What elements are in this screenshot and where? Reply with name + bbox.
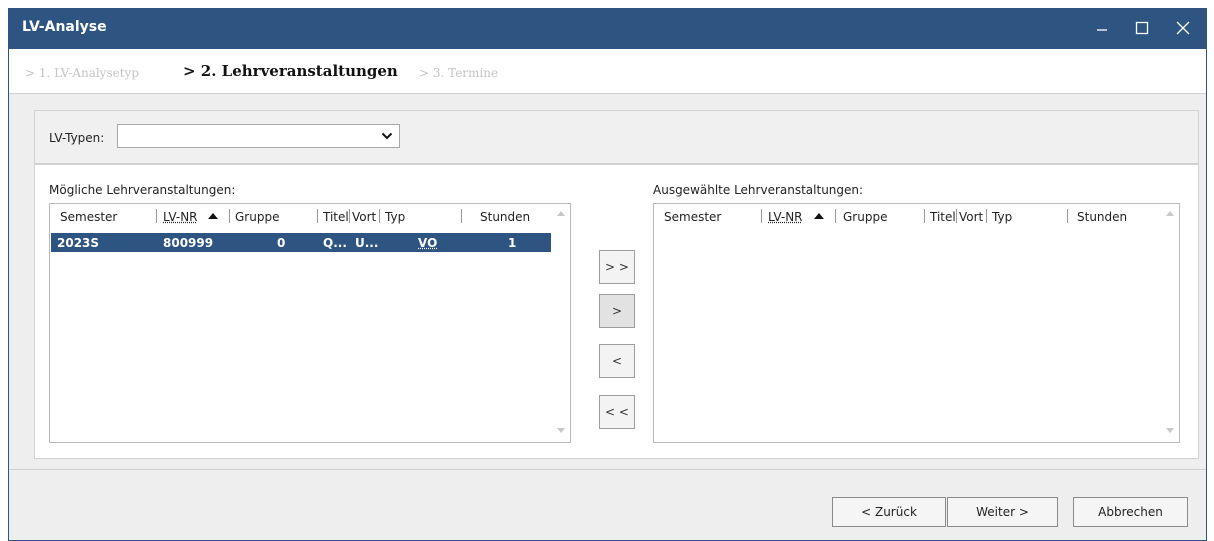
maximize-icon[interactable] (1123, 13, 1161, 43)
selected-scrollbar[interactable] (1163, 206, 1177, 440)
col-titel[interactable]: Titel (323, 210, 349, 224)
col-titel[interactable]: Titel (930, 210, 956, 224)
cell-typ: VO (418, 236, 438, 250)
table-row[interactable]: 2023S 800999 0 Q... U... VO 1 (51, 233, 551, 252)
column-divider[interactable] (229, 209, 230, 223)
lv-typen-select[interactable] (117, 124, 400, 148)
window-title: LV-Analyse (22, 19, 107, 35)
filter-bar: LV-Typen: (35, 111, 1198, 165)
available-header: Semester LV-NR Gruppe Titel Vort Typ Stu… (50, 204, 570, 229)
close-icon[interactable] (1164, 13, 1202, 43)
add-all-button[interactable]: > > (599, 250, 635, 284)
column-divider[interactable] (761, 209, 762, 223)
col-vort[interactable]: Vort (959, 210, 983, 224)
column-divider[interactable] (317, 209, 318, 223)
cancel-button[interactable]: Abbrechen (1073, 497, 1188, 527)
column-divider[interactable] (924, 209, 925, 223)
col-stunden[interactable]: Stunden (480, 210, 530, 224)
column-divider[interactable] (461, 209, 462, 223)
sort-ascending-icon (208, 209, 218, 223)
next-button[interactable]: Weiter > (947, 497, 1058, 527)
minimize-icon[interactable] (1083, 13, 1121, 43)
col-stunden[interactable]: Stunden (1077, 210, 1127, 224)
cell-gruppe: 0 (277, 236, 286, 250)
add-button[interactable]: > (599, 294, 635, 328)
cell-stunden: 1 (508, 236, 517, 250)
cell-semester: 2023S (57, 236, 100, 250)
back-button[interactable]: < Zurück (832, 497, 946, 527)
column-divider[interactable] (349, 209, 350, 223)
column-divider[interactable] (956, 209, 957, 223)
selected-list[interactable]: Semester LV-NR Gruppe Titel Vort Typ Stu… (653, 203, 1180, 443)
col-gruppe[interactable]: Gruppe (235, 210, 279, 224)
remove-all-button[interactable]: < < (599, 395, 635, 429)
cell-vort: U... (355, 236, 379, 250)
col-lvnr[interactable]: LV-NR (768, 210, 803, 224)
step-termine[interactable]: > 3. Termine (419, 66, 498, 80)
cell-lvnr: 800999 (163, 236, 214, 250)
step-lehrveranstaltungen: > 2. Lehrveranstaltungen (183, 62, 398, 80)
remove-button[interactable]: < (599, 344, 635, 378)
col-lvnr[interactable]: LV-NR (163, 210, 198, 224)
col-typ[interactable]: Typ (992, 210, 1012, 224)
sort-ascending-icon (814, 209, 824, 223)
wizard-steps: > 1. LV-Analysetyp > 2. Lehrveranstaltun… (9, 49, 1206, 94)
available-label: Mögliche Lehrveranstaltungen: (49, 183, 236, 197)
col-semester[interactable]: Semester (60, 210, 117, 224)
column-divider[interactable] (1067, 209, 1068, 223)
column-divider[interactable] (379, 209, 380, 223)
available-list[interactable]: Semester LV-NR Gruppe Titel Vort Typ Stu… (49, 203, 571, 443)
column-divider[interactable] (986, 209, 987, 223)
cell-titel: Q... (323, 236, 347, 250)
col-gruppe[interactable]: Gruppe (843, 210, 887, 224)
footer-divider (9, 469, 1206, 470)
available-scrollbar[interactable] (554, 206, 568, 440)
lv-analyse-window: LV-Analyse > 1. LV-Analysetyp > 2. Lehrv… (8, 8, 1207, 541)
lv-typen-label: LV-Typen: (49, 131, 105, 145)
title-bar[interactable]: LV-Analyse (9, 9, 1206, 49)
col-semester[interactable]: Semester (664, 210, 721, 224)
selected-header: Semester LV-NR Gruppe Titel Vort Typ Stu… (654, 204, 1179, 229)
selected-label: Ausgewählte Lehrveranstaltungen: (653, 183, 864, 197)
col-vort[interactable]: Vort (352, 210, 376, 224)
col-typ[interactable]: Typ (385, 210, 405, 224)
chevron-down-icon (381, 130, 393, 144)
column-divider[interactable] (156, 209, 157, 223)
step-lv-analysetyp[interactable]: > 1. LV-Analysetyp (25, 66, 139, 80)
column-divider[interactable] (835, 209, 836, 223)
